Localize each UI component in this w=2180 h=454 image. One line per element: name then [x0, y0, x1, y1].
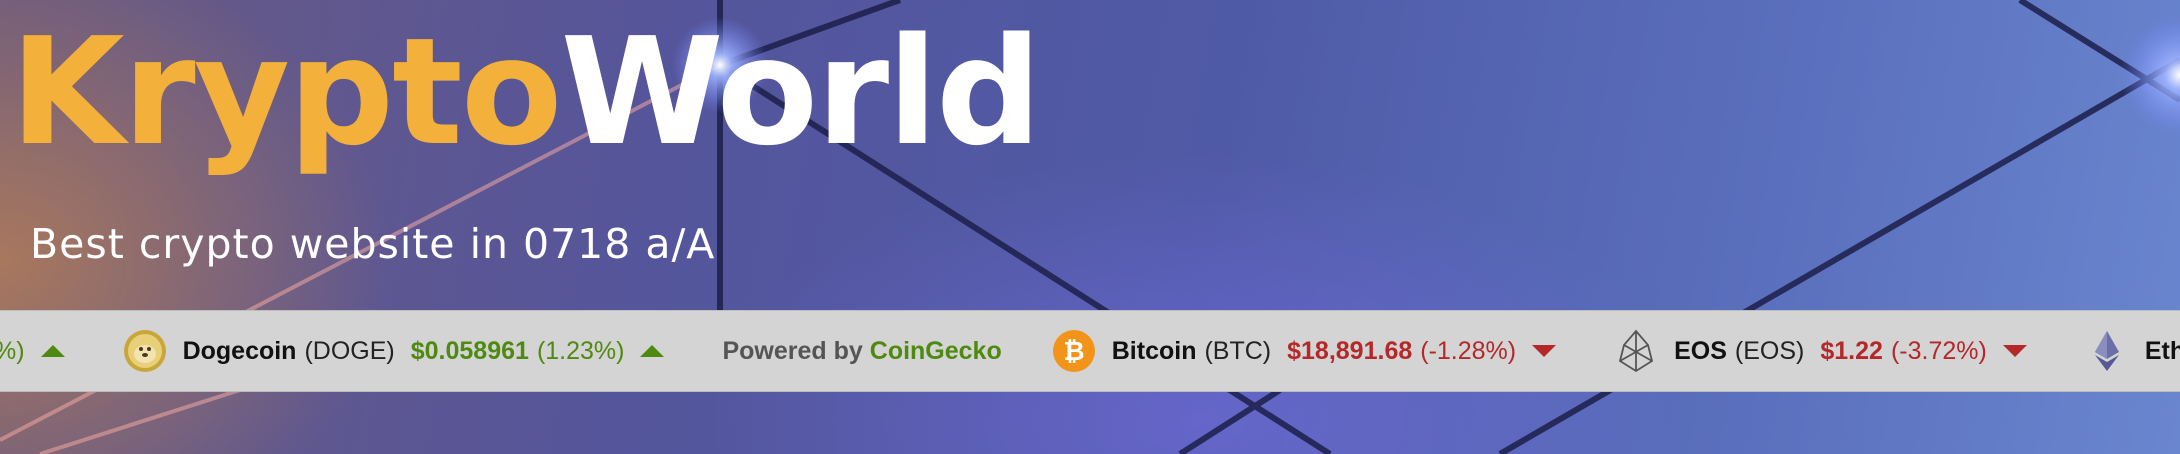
dogecoin-icon [123, 329, 167, 373]
coin-price: $0.058961 [410, 336, 529, 365]
ticker-item-eos[interactable]: EOS (EOS) $1.22 (-3.72%) [1614, 329, 2027, 373]
coin-change: (-3.72%) [1890, 336, 1987, 365]
coin-symbol: (EOS) [1734, 336, 1805, 365]
coin-name: EOS [1674, 336, 1727, 365]
coin-name: Ethe [2144, 336, 2180, 365]
ticker-item-dogecoin[interactable]: Dogecoin (DOGE) $0.058961 (1.23%) [123, 329, 665, 373]
powered-by-link[interactable]: Powered by CoinGecko [722, 337, 1001, 366]
svg-text:₿: ₿ [1063, 337, 1084, 367]
coin-symbol: (DOGE) [304, 336, 395, 365]
ticker-item-partial[interactable]: %) [0, 337, 65, 366]
coingecko-brand: CoinGecko [869, 336, 1002, 365]
coin-name: Dogecoin [182, 336, 297, 365]
site-title-krypto: Krypto [10, 6, 563, 178]
ticker-track: %) Dogecoin (DOGE) $0.058961 (1.23%) [0, 311, 2180, 391]
ethereum-icon [2085, 329, 2129, 373]
arrow-up-icon [640, 345, 665, 357]
coin-name: Bitcoin [1111, 336, 1197, 365]
crypto-price-ticker[interactable]: %) Dogecoin (DOGE) $0.058961 (1.23%) [0, 310, 2180, 392]
bitcoin-icon: ₿ [1052, 329, 1096, 373]
coin-change: %) [0, 336, 25, 365]
ticker-item-bitcoin[interactable]: ₿ Bitcoin (BTC) $18,891.68 (-1.28%) [1052, 329, 1557, 373]
powered-by-label: Powered by [722, 336, 863, 365]
coin-symbol: (BTC) [1204, 336, 1272, 365]
site-title: KryptoWorld [10, 18, 1042, 166]
coin-price: $1.22 [1820, 336, 1883, 365]
coin-change: (1.23%) [536, 336, 625, 365]
glow-node [2120, 15, 2180, 135]
site-tagline: Best crypto website in 0718 a/A [30, 220, 716, 268]
eos-icon [1614, 329, 1658, 373]
site-title-world: World [560, 6, 1042, 178]
coin-change: (-1.28%) [1420, 336, 1517, 365]
arrow-down-icon [2002, 345, 2027, 357]
arrow-down-icon [1532, 345, 1557, 357]
arrow-up-icon [40, 345, 65, 357]
coin-price: $18,891.68 [1287, 336, 1413, 365]
ticker-item-ethereum-partial[interactable]: Ethe [2085, 329, 2180, 373]
